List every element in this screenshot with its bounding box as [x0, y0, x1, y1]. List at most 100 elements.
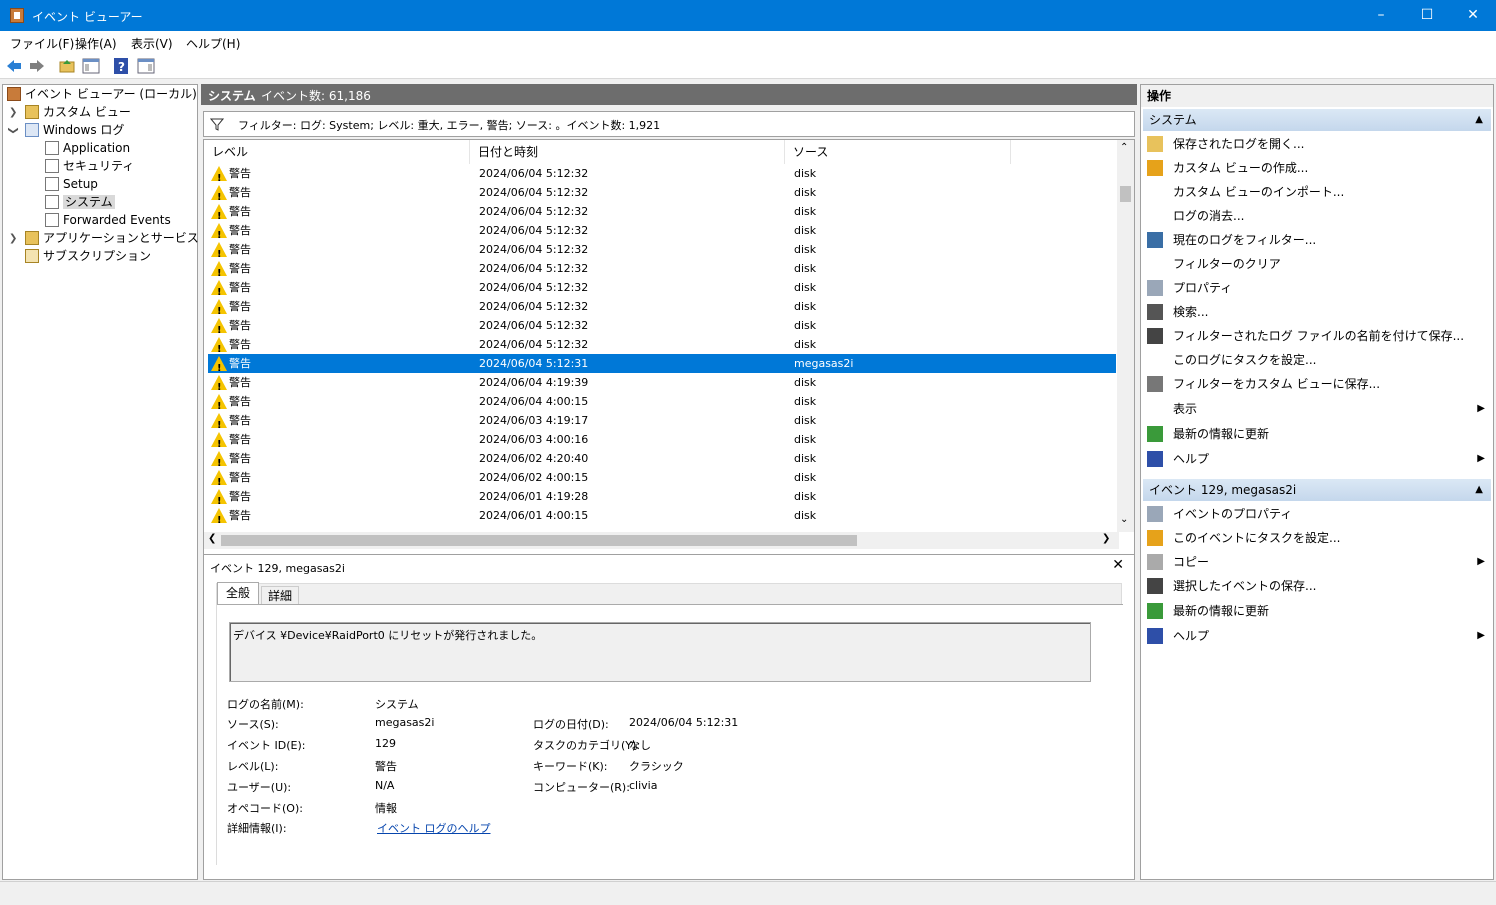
scroll-up-icon[interactable]: ⌃ — [1120, 142, 1128, 153]
vertical-scrollbar[interactable]: ⌃ ⌄ — [1117, 140, 1134, 532]
table-row[interactable]: 警告 2024/06/04 5:12:31 megasas2i — [208, 354, 1116, 378]
action-item[interactable]: 最新の情報に更新 — [1147, 600, 1269, 622]
scroll-right-icon[interactable]: ❯ — [1102, 533, 1110, 544]
tree-log-system[interactable]: システム — [45, 193, 115, 211]
table-row[interactable]: 警告 2024/06/03 4:19:17 disk — [208, 411, 1116, 435]
help-button[interactable]: ? — [112, 57, 130, 75]
action-item[interactable]: イベントのプロパティ — [1147, 503, 1292, 525]
action-item[interactable]: 表示 — [1147, 398, 1197, 420]
row-level: 警告 — [229, 262, 251, 275]
submenu-arrow-icon[interactable]: ▶ — [1477, 556, 1485, 567]
table-row[interactable]: 警告 2024/06/03 4:00:16 disk — [208, 430, 1116, 454]
table-row[interactable]: 警告 2024/06/01 4:19:28 disk — [208, 487, 1116, 511]
maximize-button[interactable]: ☐ — [1404, 0, 1450, 31]
row-source: disk — [794, 319, 817, 332]
tree-log-application[interactable]: Application — [45, 139, 130, 157]
table-row[interactable]: 警告 2024/06/04 4:00:15 disk — [208, 392, 1116, 416]
submenu-arrow-icon[interactable]: ▶ — [1477, 453, 1485, 464]
actions-section-event[interactable]: イベント 129, megasas2i ▲ — [1143, 479, 1491, 501]
action-item[interactable]: 現在のログをフィルター... — [1147, 229, 1316, 251]
tree-log-security[interactable]: セキュリティ — [45, 157, 134, 175]
row-source: disk — [794, 338, 817, 351]
table-row[interactable]: 警告 2024/06/04 5:12:32 disk — [208, 240, 1116, 264]
action-item[interactable]: 最新の情報に更新 — [1147, 423, 1269, 445]
expand-chevron-icon[interactable]: ❯ — [9, 233, 17, 244]
status-bar — [0, 881, 1496, 905]
collapse-up-icon[interactable]: ▲ — [1475, 479, 1483, 501]
column-header-source[interactable]: ソース — [785, 140, 1011, 164]
table-row[interactable]: 警告 2024/06/01 4:00:15 disk — [208, 506, 1116, 530]
action-item[interactable]: フィルターのクリア — [1147, 253, 1281, 275]
scroll-down-icon[interactable]: ⌄ — [1120, 514, 1128, 525]
menu-view[interactable]: 表示(V) — [131, 35, 173, 52]
menu-bar: ファイル(F) 操作(A) 表示(V) ヘルプ(H) — [0, 31, 1496, 53]
action-item[interactable]: ヘルプ — [1147, 448, 1209, 470]
filter-icon — [1147, 232, 1163, 248]
log-icon — [45, 195, 59, 209]
tree-subscriptions[interactable]: サブスクリプション — [25, 247, 151, 265]
tree-root[interactable]: イベント ビューアー (ローカル) — [7, 85, 197, 103]
action-item[interactable]: フィルターされたログ ファイルの名前を付けて保存... — [1147, 325, 1464, 347]
show-hide-tree-button[interactable] — [82, 57, 100, 75]
submenu-arrow-icon[interactable]: ▶ — [1477, 403, 1485, 414]
event-message-box[interactable]: デバイス ¥Device¥RaidPort0 にリセットが発行されました。 — [229, 622, 1091, 682]
table-row[interactable]: 警告 2024/06/04 5:12:32 disk — [208, 183, 1116, 207]
copy-icon — [1147, 554, 1163, 570]
action-item[interactable]: 検索... — [1147, 301, 1208, 323]
table-row[interactable]: 警告 2024/06/04 5:12:32 disk — [208, 335, 1116, 359]
opcode-label: オペコード(O): — [227, 802, 303, 815]
table-row[interactable]: 警告 2024/06/04 5:12:32 disk — [208, 316, 1116, 340]
scroll-left-icon[interactable]: ❮ — [208, 533, 216, 544]
action-item[interactable]: 選択したイベントの保存... — [1147, 575, 1316, 597]
tree-app-service-logs[interactable]: アプリケーションとサービス ログ — [25, 229, 227, 247]
action-item[interactable]: プロパティ — [1147, 277, 1232, 299]
action-item[interactable]: カスタム ビューの作成... — [1147, 157, 1308, 179]
console-tree: イベント ビューアー (ローカル) ❯ カスタム ビュー ❯ Windows ロ… — [2, 84, 227, 880]
show-action-pane-button[interactable] — [137, 57, 155, 75]
tree-log-forwarded-events[interactable]: Forwarded Events — [45, 211, 171, 229]
column-header-level[interactable]: レベル — [204, 140, 470, 164]
action-item[interactable]: ログの消去... — [1147, 205, 1244, 227]
expand-chevron-icon[interactable]: ❯ — [9, 107, 17, 118]
menu-action[interactable]: 操作(A) — [75, 35, 117, 52]
event-log-help-link[interactable]: イベント ログのヘルプ — [377, 820, 491, 836]
tab-details[interactable]: 詳細 — [261, 586, 299, 604]
tree-log-setup[interactable]: Setup — [45, 175, 98, 193]
table-row[interactable]: 警告 2024/06/04 5:12:32 disk — [208, 202, 1116, 226]
action-item[interactable]: フィルターをカスタム ビューに保存... — [1147, 373, 1380, 395]
forward-button[interactable] — [28, 57, 46, 75]
action-item[interactable]: コピー — [1147, 551, 1209, 573]
table-row[interactable]: 警告 2024/06/02 4:00:15 disk — [208, 468, 1116, 492]
horizontal-scroll-thumb[interactable] — [221, 535, 857, 546]
table-row[interactable]: 警告 2024/06/04 5:12:32 disk — [208, 164, 1116, 188]
action-item[interactable]: ヘルプ — [1147, 625, 1209, 647]
table-row[interactable]: 警告 2024/06/04 5:12:32 disk — [208, 297, 1116, 321]
menu-help[interactable]: ヘルプ(H) — [186, 35, 240, 52]
submenu-arrow-icon[interactable]: ▶ — [1477, 630, 1485, 641]
detail-close-icon[interactable]: ✕ — [1112, 557, 1124, 573]
table-row[interactable]: 警告 2024/06/04 5:12:32 disk — [208, 259, 1116, 283]
tree-custom-views[interactable]: カスタム ビュー — [25, 103, 131, 121]
table-row[interactable]: 警告 2024/06/04 5:12:32 disk — [208, 278, 1116, 302]
back-button[interactable] — [5, 57, 23, 75]
action-item[interactable]: このイベントにタスクを設定... — [1147, 527, 1340, 549]
tab-general[interactable]: 全般 — [217, 582, 259, 604]
up-folder-button[interactable] — [58, 57, 76, 75]
collapse-up-icon[interactable]: ▲ — [1475, 109, 1483, 131]
table-row[interactable]: 警告 2024/06/02 4:20:40 disk — [208, 449, 1116, 473]
collapse-chevron-icon[interactable]: ❯ — [8, 126, 19, 134]
table-row[interactable]: 警告 2024/06/04 4:19:39 disk — [208, 373, 1116, 397]
action-item[interactable]: カスタム ビューのインポート... — [1147, 181, 1344, 203]
menu-file[interactable]: ファイル(F) — [10, 35, 74, 52]
action-item[interactable]: このログにタスクを設定... — [1147, 349, 1316, 371]
forward-arrow-icon — [30, 60, 44, 72]
actions-section-system[interactable]: システム ▲ — [1143, 109, 1491, 131]
minimize-button[interactable]: – — [1358, 0, 1404, 31]
vertical-scroll-thumb[interactable] — [1120, 186, 1131, 202]
close-button[interactable]: ✕ — [1450, 0, 1496, 31]
action-item[interactable]: 保存されたログを開く... — [1147, 133, 1304, 155]
table-row[interactable]: 警告 2024/06/04 5:12:32 disk — [208, 221, 1116, 245]
horizontal-scrollbar[interactable]: ❮ ❯ — [204, 532, 1119, 549]
column-header-date[interactable]: 日付と時刻 — [470, 140, 785, 164]
tree-windows-logs[interactable]: Windows ログ — [25, 121, 124, 139]
